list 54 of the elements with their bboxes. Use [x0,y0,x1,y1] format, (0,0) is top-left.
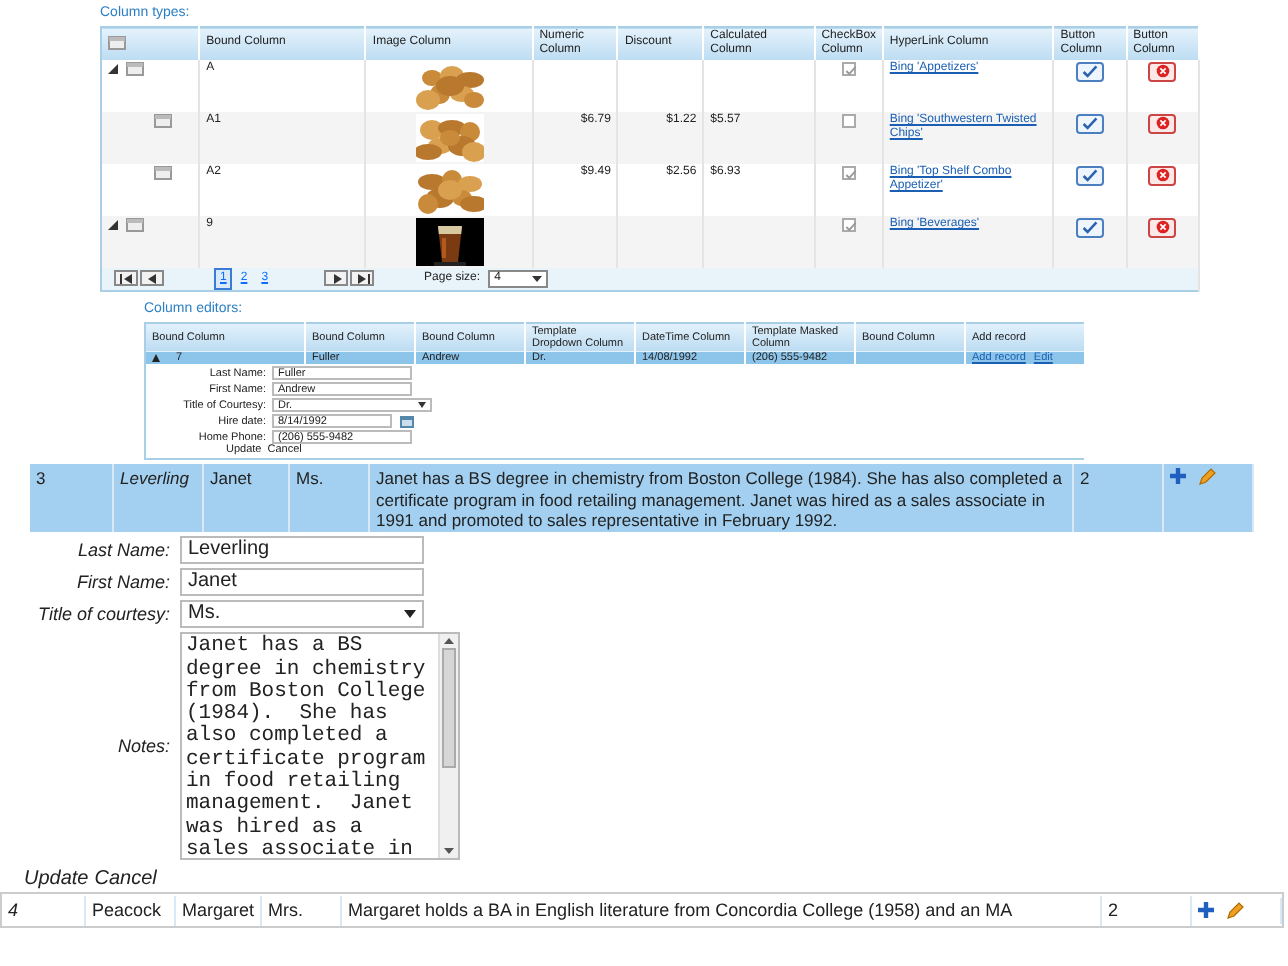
plus-icon[interactable] [1170,468,1186,485]
scroll-down-icon[interactable] [444,848,454,855]
table-cell: Peacock [86,896,176,926]
delete-button[interactable] [1148,61,1177,82]
table-cell: Janet has a BS degree in chemistry from Boston College (1984). She has also completed a certificate program in food retailing management. Janet was hired as a sales associate in 1991 and promoted to sales representative in February 1992. [370,464,1074,533]
notes-field[interactable]: Janet has a BS degree in chemistry from Boston College (1984). She has also completed a certificate program in food retailing management. Janet was hired as a sales associate in [180,632,460,861]
previous-page-button[interactable] [140,270,164,287]
caret-icon [532,275,543,282]
field-label: Title of courtesy: [36,601,170,628]
table-cell: Margaret [176,896,262,926]
check-button[interactable] [1075,61,1104,82]
checkbox[interactable] [841,113,856,128]
field-label: Notes: [115,733,170,760]
link[interactable]: Update [24,868,89,891]
triangle-icon [355,273,370,284]
pencil-icon[interactable] [1198,468,1216,487]
delete-button[interactable] [1148,217,1177,238]
calendar-icon[interactable] [400,415,414,428]
triangle-icon [145,273,159,284]
scrollbar[interactable] [438,634,458,859]
table-cell: Leverling [114,464,204,533]
caret-icon [404,610,416,619]
delete-button[interactable] [1148,165,1177,186]
field-label: First Name: [74,569,170,596]
field-label: Last Name: [75,537,170,564]
select-field[interactable]: Ms. [180,600,424,629]
last-page-button[interactable] [350,270,375,287]
triangle-icon [119,273,133,284]
check-button[interactable] [1075,165,1104,186]
link[interactable]: Cancel [94,868,157,891]
pencil-icon[interactable] [1226,901,1244,920]
input-field[interactable]: Leverling [180,536,424,565]
table-cell: 3 [30,464,114,533]
table-cell: 4 [2,896,86,926]
table-cell: 2 [1102,896,1192,926]
check-button[interactable] [1075,217,1104,238]
table-cell: Margaret holds a BA in English literature from Concordia College (1958) and an MA [342,896,1102,926]
checkbox[interactable] [841,165,856,180]
first-page-button[interactable] [114,270,138,287]
window-icon [126,61,144,76]
table-cell: 2 [1074,464,1164,533]
window-icon [108,36,126,51]
table-cell: Ms. [290,464,370,533]
next-page-button[interactable] [324,270,349,287]
caret-icon [418,402,426,409]
input-field[interactable]: Janet [180,568,424,597]
table-cell: Janet [204,464,290,533]
plus-icon[interactable] [1198,901,1214,918]
table-cell: Mrs. [262,896,342,926]
check-button[interactable] [1075,113,1104,134]
delete-button[interactable] [1148,113,1177,134]
checkbox[interactable] [841,217,856,232]
checkbox[interactable] [841,61,856,76]
triangle-icon [329,273,344,284]
